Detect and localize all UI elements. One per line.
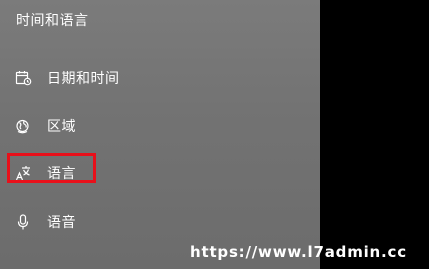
globe-icon (15, 118, 33, 134)
sidebar-item-label: 日期和时间 (47, 71, 120, 87)
sidebar-item-region[interactable]: 区域 (0, 111, 320, 141)
settings-sidebar: 时间和语言 日期和时间 区域 语言 语音 (0, 0, 320, 269)
calendar-clock-icon (15, 70, 33, 86)
language-icon (15, 165, 33, 181)
sidebar-item-date-time[interactable]: 日期和时间 (0, 63, 320, 93)
sidebar-item-language[interactable]: 语言 (0, 158, 320, 188)
sidebar-item-label: 语言 (47, 166, 76, 182)
sidebar-item-label: 语音 (47, 215, 76, 231)
section-title: 时间和语言 (16, 13, 89, 29)
sidebar-item-label: 区域 (47, 119, 76, 135)
watermark-text: https://www.l7admin.cc (190, 243, 407, 261)
microphone-icon (15, 214, 33, 230)
sidebar-item-speech[interactable]: 语音 (0, 207, 320, 237)
